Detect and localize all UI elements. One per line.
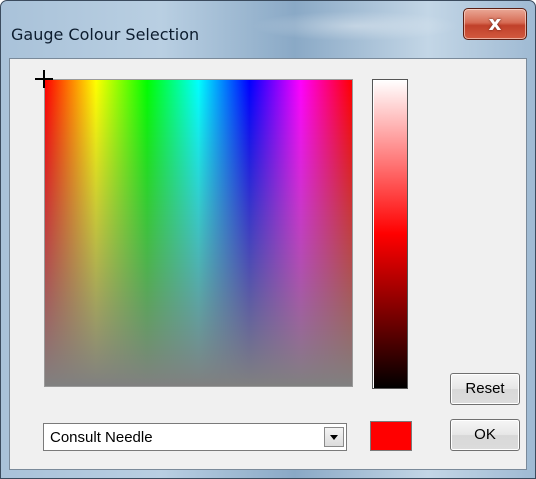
ok-button[interactable]: OK: [450, 419, 520, 451]
dialog-window: Gauge Colour Selection x Reset Consult N…: [0, 0, 536, 479]
selected-colour-swatch: [370, 421, 412, 451]
title-bar[interactable]: Gauge Colour Selection x: [1, 1, 535, 51]
dialog-client-area: Reset Consult Needle OK: [9, 58, 527, 470]
gauge-element-select[interactable]: Consult Needle: [43, 423, 347, 451]
chevron-down-icon[interactable]: [324, 427, 344, 447]
gauge-element-select-value: Consult Needle: [50, 429, 153, 446]
reset-button[interactable]: Reset: [450, 373, 520, 405]
crosshair-icon[interactable]: [35, 70, 53, 88]
title-glow: [251, 11, 461, 41]
luminance-slider[interactable]: [372, 79, 408, 389]
crosshair-vertical: [43, 70, 45, 88]
colour-spectrum-field[interactable]: [44, 79, 353, 387]
close-icon: x: [488, 11, 502, 35]
window-title: Gauge Colour Selection: [11, 25, 200, 44]
close-button[interactable]: x: [463, 8, 527, 40]
